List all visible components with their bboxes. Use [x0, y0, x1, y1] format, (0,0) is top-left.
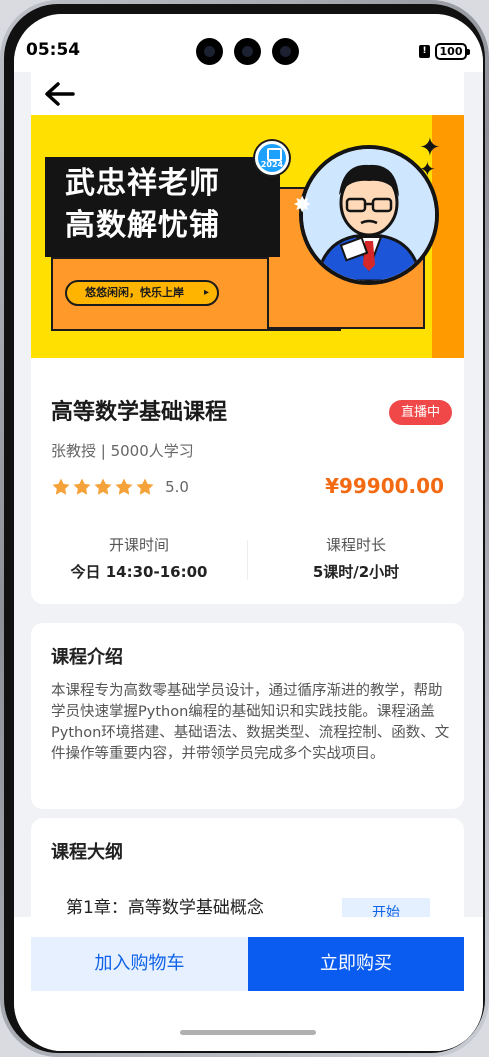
intro-card: 课程介绍 本课程专为高数零基础学员设计，通过循序渐进的教学，帮助学员快速掌握Py… [31, 623, 464, 809]
star-icon [94, 478, 112, 495]
rating-value: 5.0 [165, 477, 189, 496]
star-icon [52, 478, 70, 495]
phone-frame: 05:54 ! 100 武忠祥老师 高数解忧铺 悠悠闲闲，快乐上岸 ▸ 2024… [0, 0, 489, 1057]
banner-title-line1: 武忠祥老师 [65, 166, 220, 201]
back-arrow-icon[interactable] [43, 80, 77, 108]
start-time-info: 开课时间 今日 14:30-16:00 [31, 534, 247, 582]
teacher-illustration [303, 149, 435, 281]
duration-value: 5课时/2小时 [312, 563, 400, 581]
sim-icon: ! [419, 45, 430, 58]
banner-title-line2: 高数解忧铺 [65, 208, 220, 243]
camera-lens-1 [196, 38, 223, 65]
start-time-label: 开课时间 [108, 536, 169, 554]
bottom-action-bar: 加入购物车 立即购买 [14, 917, 483, 1051]
duration-label: 课程时长 [325, 536, 386, 554]
phone-bezel: 05:54 ! 100 武忠祥老师 高数解忧铺 悠悠闲闲，快乐上岸 ▸ 2024… [4, 4, 485, 1053]
burst-icon: ✸ [293, 193, 312, 218]
intro-title: 课程介绍 [51, 647, 123, 668]
camera-lens-3 [272, 38, 299, 65]
rating-stars: 5.0 [51, 476, 189, 498]
home-indicator[interactable] [180, 1030, 316, 1035]
nav-bar [31, 72, 464, 115]
banner-title: 武忠祥老师 高数解忧铺 [45, 157, 280, 257]
star-icon [73, 478, 91, 495]
intro-text: 本课程专为高数零基础学员设计，通过循序渐进的教学，帮助学员快速掌握Python编… [51, 683, 450, 762]
buy-now-button[interactable]: 立即购买 [248, 937, 464, 991]
add-to-cart-button[interactable]: 加入购物车 [31, 937, 248, 991]
year-badge: 2024 [255, 141, 289, 175]
outline-title: 课程大纲 [51, 842, 123, 863]
course-title: 高等数学基础课程 [51, 400, 228, 425]
live-badge: 直播中 [389, 400, 452, 425]
sparkle-icon-2: ✦ [419, 157, 436, 181]
star-icon [115, 478, 133, 495]
star-icon [136, 478, 154, 495]
course-price: ¥99900.00 [325, 474, 444, 498]
banner-slogan: 悠悠闲闲，快乐上岸 [65, 280, 219, 306]
teacher-avatar [299, 145, 439, 285]
course-banner: 武忠祥老师 高数解忧铺 悠悠闲闲，快乐上岸 2024 [31, 115, 464, 358]
teacher-line: 张教授 | 5000人学习 [51, 442, 194, 460]
course-info-card: 高等数学基础课程 直播中 张教授 | 5000人学习 5.0 ¥99900.00… [31, 358, 464, 604]
screen: 05:54 ! 100 武忠祥老师 高数解忧铺 悠悠闲闲，快乐上岸 ▸ 2024… [14, 14, 483, 1051]
chapter-title: 第1章：高等数学基础概念 [66, 898, 264, 918]
status-bar: 05:54 ! 100 [14, 14, 483, 72]
battery-icon: 100 [435, 43, 470, 60]
status-time: 05:54 [26, 40, 81, 60]
duration-info: 课程时长 5课时/2小时 [248, 534, 464, 582]
start-time-value: 今日 14:30-16:00 [70, 563, 208, 581]
camera-lens-2 [234, 38, 261, 65]
